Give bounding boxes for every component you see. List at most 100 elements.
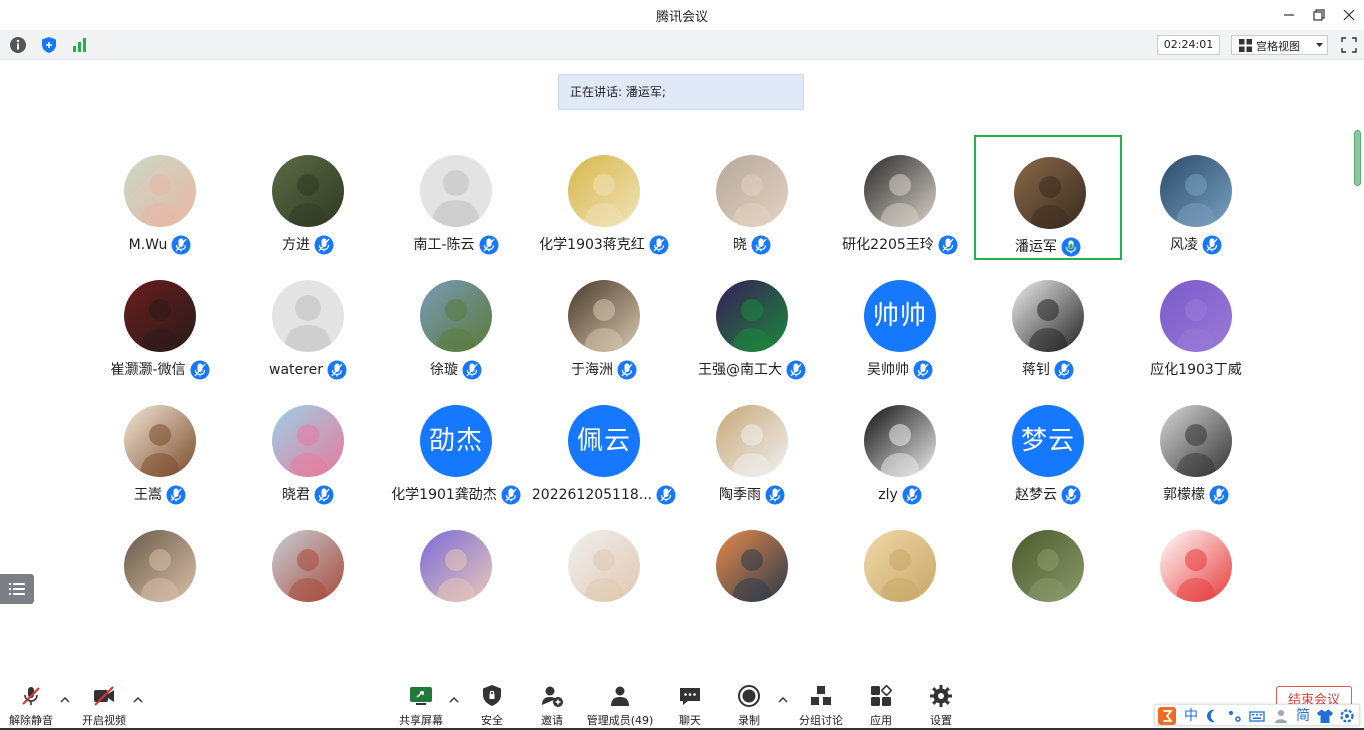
ime-logo-icon[interactable] xyxy=(1158,707,1176,725)
mic-muted-icon xyxy=(171,235,191,255)
participant-tile[interactable] xyxy=(1122,510,1270,604)
mic-speaking-icon xyxy=(1061,237,1081,257)
participant-name: 晓君 xyxy=(282,487,310,503)
participant-tile[interactable]: 应化1903丁威 xyxy=(1122,260,1270,385)
view-layout-dropdown[interactable]: 宫格视图 xyxy=(1231,35,1328,55)
video-options-caret-icon[interactable] xyxy=(132,694,144,706)
security-shield-button[interactable] xyxy=(40,36,58,54)
breakout-rooms-button[interactable]: 分组讨论 xyxy=(798,684,844,728)
camera-off-icon xyxy=(94,686,114,706)
participant-tile[interactable]: 郭檬檬 xyxy=(1122,385,1270,510)
avatar xyxy=(1014,157,1086,229)
moon-icon[interactable] xyxy=(1204,707,1222,725)
participant-name: 蒋钊 xyxy=(1022,362,1050,378)
info-bar: 02:24:01 宫格视图 xyxy=(0,30,1364,60)
shield-lock-icon xyxy=(483,685,501,706)
close-button[interactable] xyxy=(1338,4,1360,26)
avatar xyxy=(1012,280,1084,352)
minimize-icon xyxy=(1284,14,1294,16)
mic-muted-icon xyxy=(462,360,482,380)
invite-button[interactable]: 邀请 xyxy=(530,684,574,728)
participant-name: 赵梦云 xyxy=(1015,487,1057,503)
participant-tile[interactable] xyxy=(86,510,234,604)
ime-settings-gear-icon[interactable] xyxy=(1338,707,1356,725)
participant-tile[interactable]: 风凌 xyxy=(1122,135,1270,260)
ime-script-toggle[interactable]: 简 xyxy=(1294,707,1312,725)
participant-name: 徐璇 xyxy=(430,362,458,378)
fullscreen-icon xyxy=(1341,37,1357,53)
mic-muted-icon xyxy=(1209,485,1229,505)
keyboard-icon[interactable] xyxy=(1248,707,1266,725)
ime-toolbar: 中 简 xyxy=(1154,704,1360,726)
avatar xyxy=(864,155,936,227)
avatar xyxy=(1160,405,1232,477)
record-options-caret-icon[interactable] xyxy=(777,694,789,706)
chat-button[interactable]: 聊天 xyxy=(668,684,712,728)
avatar: 梦云 xyxy=(1012,405,1084,477)
participant-tile[interactable] xyxy=(678,510,826,604)
mic-muted-icon xyxy=(479,235,499,255)
manage-members-label: 管理成员(49) xyxy=(586,714,654,727)
avatar xyxy=(124,405,196,477)
participant-name: 风凌 xyxy=(1170,237,1198,253)
unmute-button[interactable]: 解除静音 xyxy=(8,684,54,728)
avatar xyxy=(716,280,788,352)
record-icon xyxy=(738,685,760,707)
meeting-info-button[interactable] xyxy=(9,36,27,54)
participant-tile[interactable] xyxy=(974,510,1122,604)
skin-shirt-icon[interactable] xyxy=(1316,707,1334,725)
participant-name: 南工-陈云 xyxy=(413,237,475,253)
participant-name: 王强@南工大 xyxy=(698,362,782,378)
mic-muted-icon xyxy=(166,485,186,505)
grid-scrollbar-thumb[interactable] xyxy=(1354,130,1361,186)
participant-tile[interactable] xyxy=(826,510,974,604)
apps-button[interactable]: 应用 xyxy=(859,684,903,728)
participant-name: 方进 xyxy=(282,237,310,253)
avatar xyxy=(124,530,196,602)
minimize-button[interactable] xyxy=(1278,4,1300,26)
avatar xyxy=(716,155,788,227)
settings-label: 设置 xyxy=(930,714,952,727)
avatar xyxy=(568,530,640,602)
avatar xyxy=(124,155,196,227)
share-screen-button[interactable]: 共享屏幕 xyxy=(398,684,444,728)
participant-tile[interactable] xyxy=(530,510,678,604)
participant-tile[interactable] xyxy=(382,510,530,604)
ime-language-toggle[interactable]: 中 xyxy=(1182,707,1200,725)
manage-members-button[interactable]: 管理成员(49) xyxy=(587,684,653,728)
members-icon xyxy=(611,686,629,706)
chevron-down-icon xyxy=(1316,43,1323,47)
participant-name: waterer xyxy=(269,362,323,378)
start-video-button[interactable]: 开启视频 xyxy=(80,684,128,728)
punctuation-icon[interactable] xyxy=(1226,707,1244,725)
security-button[interactable]: 安全 xyxy=(470,684,514,728)
gear-icon xyxy=(930,685,952,707)
avatar xyxy=(1160,155,1232,227)
microphone-muted-icon xyxy=(22,687,40,705)
fullscreen-button[interactable] xyxy=(1340,36,1358,54)
participant-name-row: 风凌 xyxy=(1092,235,1300,257)
participant-tile[interactable] xyxy=(234,510,382,604)
audio-options-caret-icon[interactable] xyxy=(59,694,71,706)
restore-button[interactable] xyxy=(1308,4,1330,26)
share-options-caret-icon[interactable] xyxy=(448,694,460,706)
mic-muted-icon xyxy=(902,485,922,505)
avatar xyxy=(272,405,344,477)
participant-name: 应化1903丁威 xyxy=(1150,362,1242,378)
mic-muted-icon xyxy=(617,360,637,380)
settings-button[interactable]: 设置 xyxy=(919,684,963,728)
record-button[interactable]: 录制 xyxy=(727,684,771,728)
grid-scrollbar-track[interactable] xyxy=(1353,128,1361,603)
participant-list-toggle[interactable] xyxy=(0,574,34,604)
network-status-button[interactable] xyxy=(71,36,89,54)
mic-muted-icon xyxy=(1054,360,1074,380)
info-icon xyxy=(10,37,26,53)
avatar: 帅帅 xyxy=(864,280,936,352)
avatar xyxy=(864,405,936,477)
grid-view-icon xyxy=(1239,39,1252,52)
participant-name-row: 应化1903丁威 xyxy=(1092,360,1300,382)
voice-input-icon[interactable] xyxy=(1272,707,1290,725)
apps-icon xyxy=(871,685,892,706)
chat-label: 聊天 xyxy=(679,714,701,727)
default-avatar xyxy=(272,280,344,352)
